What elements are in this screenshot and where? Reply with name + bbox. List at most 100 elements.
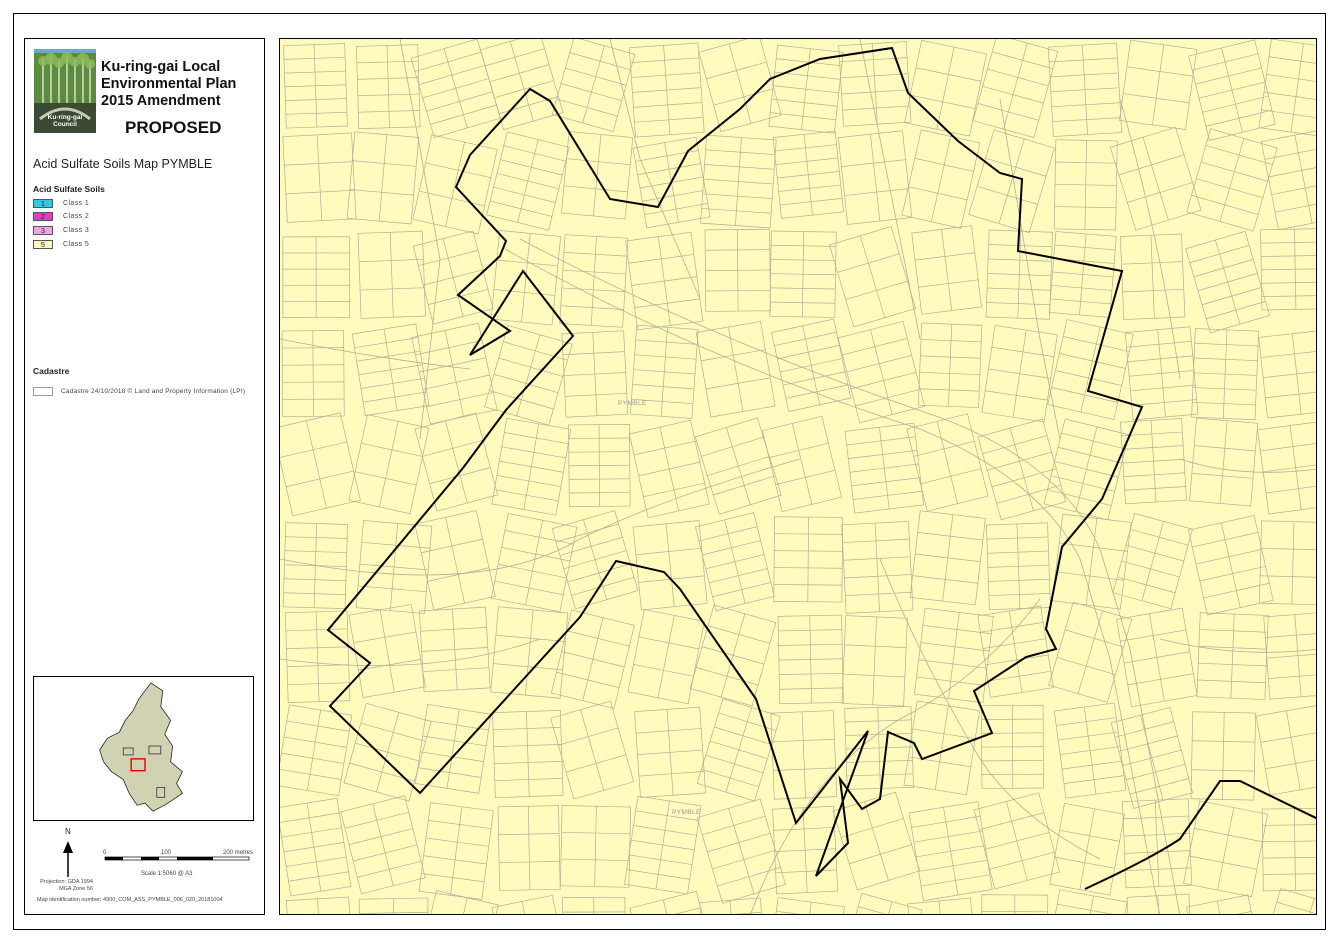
cadastre-block [497,805,561,891]
class-2-label: Class 2 [63,212,90,220]
cadastre-block [418,606,491,693]
cadastre-block [490,606,569,699]
map-identification: Map identification number: 4900_COM_ASS_… [37,897,223,903]
cadastre-block [772,805,839,895]
title-line-3: 2015 Amendment [101,93,221,109]
cadastre-block [981,704,1044,789]
cadastre-block [491,417,572,516]
cadastre-block [559,234,629,328]
legend-panel: Ku-ring-gai Council Ku-ring-gai Local En… [24,38,265,915]
cadastre-block [773,516,844,603]
cadastre-block [1048,601,1133,703]
cadastre-block [491,894,570,914]
cadastre-block [777,614,844,705]
legend-class-1: 1 Class 1 [33,198,89,208]
cadastre-block [348,414,430,515]
cadastre-block [1261,807,1316,892]
cadastre-block [700,134,777,229]
cadastre-block [1188,39,1276,141]
class-3-label: Class 3 [63,226,90,234]
cadastre-block [1112,513,1193,610]
cadastre-block [1119,39,1198,130]
cadastre-block [562,896,626,914]
scale-bar [104,856,250,861]
cadastre-block [1053,702,1127,799]
projection-line-1: Projection: GDA 1994 [40,879,93,885]
cadastre-block [1048,231,1117,318]
cadastre-block [986,522,1051,611]
cadastre-block [351,323,430,417]
cadastre-block [634,706,706,798]
cadastre-block [492,710,564,799]
cadastre-block [340,795,426,895]
map-canvas: PYMBLE PYMBLE [280,39,1316,914]
cadastre-block [1196,612,1269,700]
cadastre-block [770,710,838,800]
cadastre-block [1047,42,1123,137]
cadastre-block [411,322,498,425]
cadastre-block [1259,520,1316,606]
legend-class-2: 2 Class 2 [33,211,89,221]
place-label-pymble-1: PYMBLE [618,400,647,407]
cadastre-block [1190,711,1257,801]
cadastre-block [490,513,578,613]
cadastre-label: Cadastre 24/10/2018 © Land and Property … [61,388,246,395]
cadastre-block [981,894,1049,914]
main-map[interactable]: PYMBLE PYMBLE [279,38,1317,915]
place-label-pymble-2: PYMBLE [672,809,701,816]
north-arrow-icon [63,841,73,877]
cadastre-block [348,604,426,698]
cadastre-block [343,702,432,802]
title-line-2: Environmental Plan [101,76,237,92]
cadastre-block [484,325,573,426]
projection-line-2: MGA Zone 56 [59,886,93,892]
cadastre-block [629,890,718,914]
cadastre-block [568,424,631,507]
cadastre-block [418,802,494,900]
cadastre-block [909,510,986,606]
cadastre-block [1043,889,1128,914]
cadastre-block [699,897,768,914]
cadastre-block [769,230,837,318]
cadastre-block [704,228,771,312]
cadastre-block [841,615,908,707]
lga-outline [99,682,183,812]
cadastre-block [1049,802,1125,896]
cadastre-block [627,609,705,705]
north-label: N [65,827,71,836]
cadastre-block [560,805,632,888]
cadastre-block [695,321,776,418]
cadastre-block [1191,328,1260,421]
cadastre-block [1186,128,1278,232]
scale-tick-200: 200 metres [223,850,254,856]
cadastre-block [632,520,708,611]
cadastre-block [695,512,775,612]
projection-info: Projection: GDA 1994 MGA Zone 56 [33,879,93,893]
cadastre-block [772,130,844,219]
cadastre-block [908,801,993,902]
cadastre-block [285,896,355,914]
cadastre-block [696,698,781,802]
cadastre-block [918,322,983,408]
cadastre-block [282,132,357,223]
cadastre-block [346,131,420,225]
cadastre-block [911,225,982,315]
cadastre-block [771,318,852,412]
cadastre-block [414,703,492,794]
class-3-swatch: 3 [33,225,53,235]
cadastre-block [968,129,1055,234]
cadastre-block [625,231,704,331]
cadastre-swatch [33,387,53,396]
cadastre-block [284,610,351,704]
cadastre-block [410,39,501,139]
class-1-swatch: 1 [33,198,53,208]
cadastre-block [1109,126,1202,231]
scale-ratio: Scale 1:5060 @ A3 [141,871,193,877]
cadastre-block [973,792,1061,890]
cadastre-block [417,890,499,914]
cadastre-block [907,897,980,914]
cadastre-block [1126,893,1194,914]
cadastre-block [828,226,917,328]
cadastre-block [841,521,914,614]
map-title: Acid Sulfate Soils Map PYMBLE [33,157,213,171]
